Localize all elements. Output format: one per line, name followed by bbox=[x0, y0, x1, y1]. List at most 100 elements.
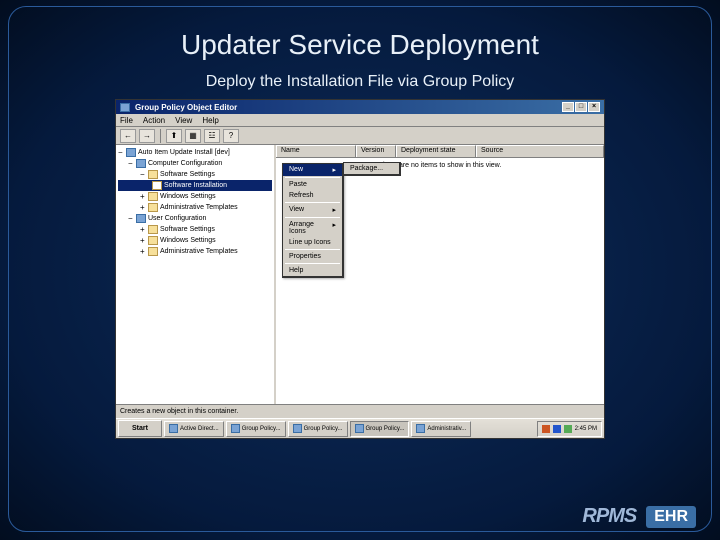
list-pane[interactable]: Name Version Deployment state Source The… bbox=[276, 145, 604, 404]
col-name[interactable]: Name bbox=[276, 145, 356, 157]
tree-root-label: Auto Item Update Install [dev] bbox=[138, 149, 230, 156]
policy-icon bbox=[126, 148, 136, 157]
tray-icon[interactable] bbox=[553, 425, 561, 433]
taskbar: Start Active Direct... Group Policy... G… bbox=[116, 418, 604, 438]
ctx-package[interactable]: Package... bbox=[344, 163, 399, 174]
ctx-refresh[interactable]: Refresh bbox=[283, 190, 342, 201]
tree-label: Software Installation bbox=[164, 182, 227, 189]
folder-icon bbox=[148, 170, 158, 179]
separator bbox=[285, 217, 340, 218]
folder-icon bbox=[148, 203, 158, 212]
submenu-new: Package... bbox=[343, 162, 401, 176]
package-icon bbox=[152, 181, 162, 190]
tree-item-software-settings-2[interactable]: + Software Settings bbox=[118, 224, 272, 235]
task-button[interactable]: Group Policy... bbox=[288, 421, 348, 437]
computer-icon bbox=[136, 159, 146, 168]
tree-label: Administrative Templates bbox=[160, 248, 238, 255]
refresh-icon[interactable]: ? bbox=[223, 129, 239, 143]
expand-icon[interactable]: + bbox=[140, 247, 148, 256]
tree-pane[interactable]: − Auto Item Update Install [dev] − Compu… bbox=[116, 145, 276, 404]
tree-label: Software Settings bbox=[160, 226, 215, 233]
properties-icon[interactable]: ☳ bbox=[204, 129, 220, 143]
close-button[interactable]: × bbox=[588, 102, 600, 112]
expand-icon[interactable]: + bbox=[140, 225, 148, 234]
task-button-active[interactable]: Group Policy... bbox=[350, 421, 410, 437]
app-icon bbox=[231, 424, 240, 433]
separator bbox=[285, 202, 340, 203]
col-deployment[interactable]: Deployment state bbox=[396, 145, 476, 157]
menubar: File Action View Help bbox=[116, 114, 604, 127]
tree-label: Computer Configuration bbox=[148, 160, 222, 167]
tree-user-config[interactable]: − User Configuration bbox=[118, 213, 272, 224]
task-button[interactable]: Active Direct... bbox=[164, 421, 224, 437]
forward-icon[interactable]: → bbox=[139, 129, 155, 143]
context-menu: New▸ Paste Refresh View▸ Arrange Icons▸ … bbox=[282, 163, 344, 278]
tray-icon[interactable] bbox=[542, 425, 550, 433]
tree-computer-config[interactable]: − Computer Configuration bbox=[118, 158, 272, 169]
ctx-view[interactable]: View▸ bbox=[283, 204, 342, 216]
tree-label: Windows Settings bbox=[160, 193, 216, 200]
ctx-help[interactable]: Help bbox=[283, 265, 342, 276]
tree-item-software-installation[interactable]: Software Installation bbox=[118, 180, 272, 191]
expand-icon[interactable]: + bbox=[140, 236, 148, 245]
menu-action[interactable]: Action bbox=[143, 116, 165, 125]
task-button[interactable]: Administrativ... bbox=[411, 421, 471, 437]
tree-label: Windows Settings bbox=[160, 237, 216, 244]
app-icon bbox=[169, 424, 178, 433]
menu-view[interactable]: View bbox=[175, 116, 192, 125]
minimize-button[interactable]: _ bbox=[562, 102, 574, 112]
col-source[interactable]: Source bbox=[476, 145, 604, 157]
submenu-arrow-icon: ▸ bbox=[332, 166, 336, 174]
ctx-paste[interactable]: Paste bbox=[283, 179, 342, 190]
tree-item-admin-templates[interactable]: + Administrative Templates bbox=[118, 202, 272, 213]
expand-icon[interactable]: + bbox=[140, 192, 148, 201]
separator bbox=[160, 129, 161, 143]
back-icon[interactable]: ← bbox=[120, 129, 136, 143]
list-header: Name Version Deployment state Source bbox=[276, 145, 604, 158]
tray-icon[interactable] bbox=[564, 425, 572, 433]
menu-help[interactable]: Help bbox=[202, 116, 218, 125]
tree-item-admin-templates-2[interactable]: + Administrative Templates bbox=[118, 246, 272, 257]
user-icon bbox=[136, 214, 146, 223]
tree-item-windows-settings[interactable]: + Windows Settings bbox=[118, 191, 272, 202]
tree-root[interactable]: − Auto Item Update Install [dev] bbox=[118, 147, 272, 158]
up-icon[interactable]: ⬆ bbox=[166, 129, 182, 143]
collapse-icon[interactable]: − bbox=[128, 159, 136, 168]
app-icon bbox=[293, 424, 302, 433]
task-button[interactable]: Group Policy... bbox=[226, 421, 286, 437]
maximize-button[interactable]: □ bbox=[575, 102, 587, 112]
app-icon bbox=[416, 424, 425, 433]
folder-icon bbox=[148, 247, 158, 256]
start-button[interactable]: Start bbox=[118, 420, 162, 437]
window-titlebar[interactable]: Group Policy Object Editor _ □ × bbox=[116, 100, 604, 114]
tree-item-software-settings[interactable]: − Software Settings bbox=[118, 169, 272, 180]
statusbar: Creates a new object in this container. bbox=[116, 404, 604, 418]
tree-label: Administrative Templates bbox=[160, 204, 238, 211]
expand-icon[interactable]: + bbox=[140, 203, 148, 212]
toolbar: ← → ⬆ ▦ ☳ ? bbox=[116, 127, 604, 145]
rpms-logo: RPMS bbox=[582, 505, 636, 528]
collapse-icon[interactable]: − bbox=[140, 170, 148, 179]
submenu-arrow-icon: ▸ bbox=[332, 221, 336, 235]
tree-item-windows-settings-2[interactable]: + Windows Settings bbox=[118, 235, 272, 246]
separator bbox=[285, 263, 340, 264]
slide-title: Updater Service Deployment bbox=[9, 7, 711, 61]
ehr-logo: EHR bbox=[646, 506, 696, 528]
system-tray[interactable]: 2:45 PM bbox=[537, 421, 602, 437]
slide-subtitle: Deploy the Installation File via Group P… bbox=[9, 73, 711, 91]
ctx-properties[interactable]: Properties bbox=[283, 251, 342, 262]
submenu-arrow-icon: ▸ bbox=[332, 206, 336, 214]
ctx-lineup[interactable]: Line up Icons bbox=[283, 237, 342, 248]
ctx-new[interactable]: New▸ bbox=[283, 164, 342, 176]
collapse-icon[interactable]: − bbox=[118, 148, 126, 157]
gpo-editor-window: Group Policy Object Editor _ □ × File Ac… bbox=[115, 99, 605, 439]
folder-icon bbox=[148, 192, 158, 201]
ctx-arrange[interactable]: Arrange Icons▸ bbox=[283, 219, 342, 237]
menu-file[interactable]: File bbox=[120, 116, 133, 125]
window-title: Group Policy Object Editor bbox=[135, 103, 237, 112]
separator bbox=[285, 249, 340, 250]
folder-icon bbox=[148, 236, 158, 245]
col-version[interactable]: Version bbox=[356, 145, 396, 157]
folder-icon[interactable]: ▦ bbox=[185, 129, 201, 143]
collapse-icon[interactable]: − bbox=[128, 214, 136, 223]
